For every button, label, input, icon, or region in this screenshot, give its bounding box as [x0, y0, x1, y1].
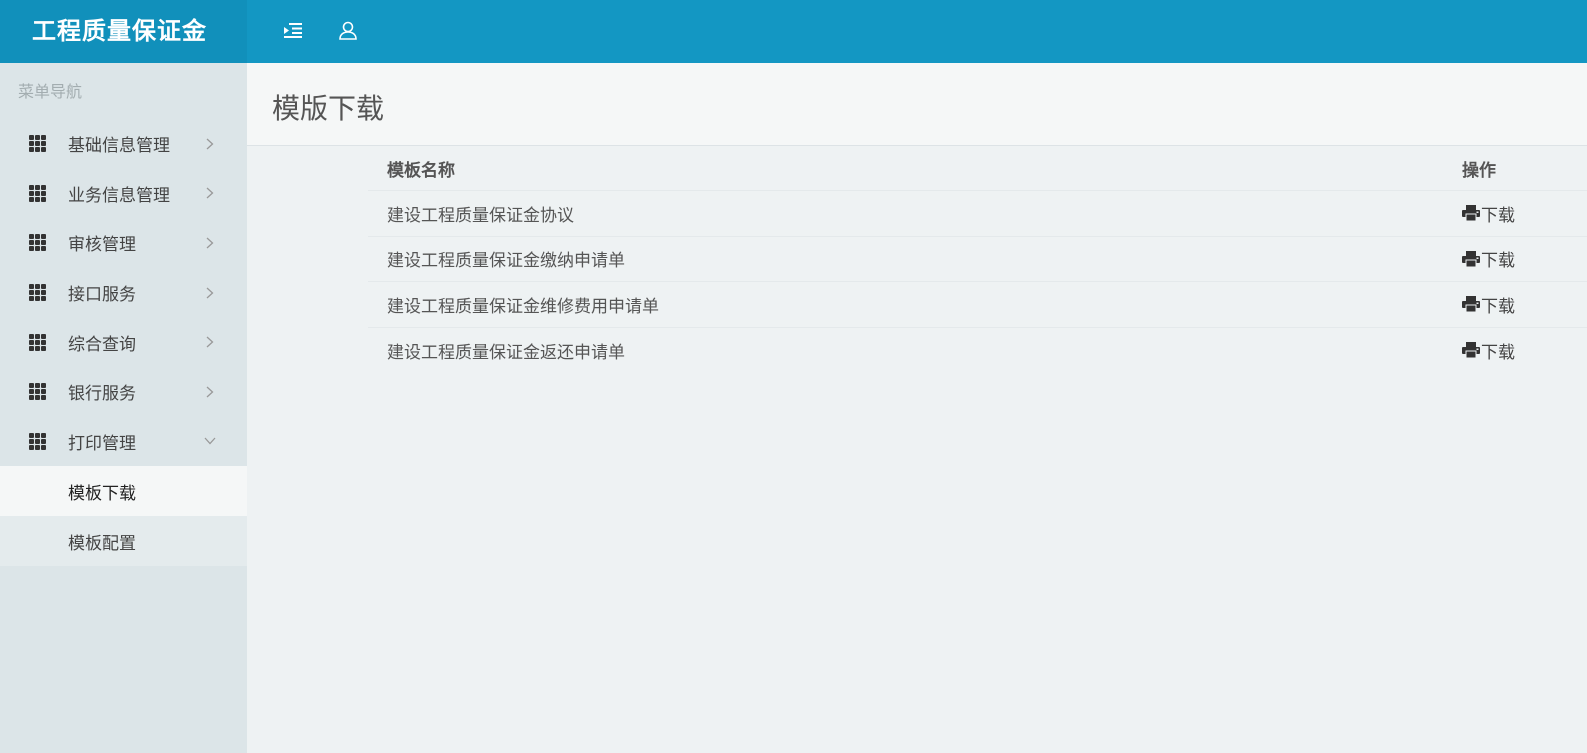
template-name: 建设工程质量保证金缴纳申请单 — [387, 251, 625, 272]
chevron-right-icon — [203, 286, 217, 300]
template-name: 建设工程质量保证金返还申请单 — [387, 342, 625, 363]
sidebar-subitem-template-config[interactable]: 模板配置 — [0, 516, 247, 567]
download-link[interactable]: 下载 — [1462, 338, 1515, 363]
column-header-op: 操作 — [1462, 160, 1496, 181]
chevron-right-icon — [203, 186, 217, 200]
sidebar-item-print[interactable]: 打印管理 — [0, 417, 247, 467]
table-row: 建设工程质量保证金缴纳申请单 下载 — [368, 237, 1587, 282]
sidebar-header: 菜单导航 — [18, 82, 83, 101]
sidebar-item-query[interactable]: 综合查询 — [0, 317, 247, 367]
user-icon[interactable] — [335, 17, 361, 43]
app-title[interactable]: 工程质量保证金 — [0, 0, 247, 63]
chevron-down-icon — [203, 434, 217, 448]
printer-icon — [1462, 296, 1480, 313]
download-link[interactable]: 下载 — [1462, 292, 1515, 317]
chevron-right-icon — [203, 236, 217, 250]
chevron-right-icon — [203, 335, 217, 349]
download-label: 下载 — [1481, 251, 1515, 272]
printer-icon — [1462, 205, 1480, 222]
sidebar-item-interface[interactable]: 接口服务 — [0, 268, 247, 318]
sidebar-item-label: 综合查询 — [68, 334, 136, 355]
sidebar-item-label: 打印管理 — [68, 433, 136, 454]
grid-icon — [29, 234, 46, 252]
table-row: 建设工程质量保证金返还申请单 下载 — [368, 328, 1587, 374]
printer-icon — [1462, 250, 1480, 267]
download-label: 下载 — [1481, 296, 1515, 317]
download-label: 下载 — [1481, 205, 1515, 226]
grid-icon — [29, 333, 46, 351]
page-header: 模版下载 — [247, 63, 1587, 146]
table-row: 建设工程质量保证金协议 下载 — [368, 191, 1587, 237]
sidebar-item-label: 银行服务 — [68, 384, 136, 405]
page-title: 模版下载 — [272, 92, 385, 125]
download-link[interactable]: 下载 — [1462, 246, 1515, 271]
table-header-row: 模板名称 操作 — [368, 146, 1587, 191]
template-name: 建设工程质量保证金协议 — [387, 205, 574, 226]
sidebar-subitem-template-download[interactable]: 模板下载 — [0, 466, 247, 517]
sidebar-subitem-label: 模板下载 — [68, 483, 136, 504]
grid-icon — [29, 284, 46, 302]
printer-icon — [1462, 342, 1480, 359]
sidebar: 菜单导航 基础信息管理 业务信息管理 审核管理 接口服务 综合查询 银行服务 打… — [0, 63, 247, 753]
sidebar-item-bank[interactable]: 银行服务 — [0, 367, 247, 417]
download-label: 下载 — [1481, 342, 1515, 363]
grid-icon — [29, 135, 46, 153]
template-table: 模板名称 操作 建设工程质量保证金协议 下载 建设工程质量保证金缴纳申请单 下载… — [368, 146, 1587, 373]
top-navbar: 工程质量保证金 — [0, 0, 1587, 63]
table-row: 建设工程质量保证金维修费用申请单 下载 — [368, 282, 1587, 328]
sidebar-item-label: 接口服务 — [68, 285, 136, 306]
grid-icon — [29, 432, 46, 450]
indent-icon[interactable] — [280, 17, 306, 43]
sidebar-item-basic-info[interactable]: 基础信息管理 — [0, 119, 247, 169]
sidebar-item-audit[interactable]: 审核管理 — [0, 218, 247, 268]
chevron-right-icon — [203, 385, 217, 399]
template-name: 建设工程质量保证金维修费用申请单 — [387, 296, 659, 317]
grid-icon — [29, 383, 46, 401]
sidebar-item-label: 业务信息管理 — [68, 185, 170, 206]
grid-icon — [29, 184, 46, 202]
sidebar-item-label: 基础信息管理 — [68, 136, 170, 157]
sidebar-item-business-info[interactable]: 业务信息管理 — [0, 169, 247, 219]
chevron-right-icon — [203, 137, 217, 151]
download-link[interactable]: 下载 — [1462, 201, 1515, 226]
sidebar-subitem-label: 模板配置 — [68, 533, 136, 554]
column-header-name: 模板名称 — [387, 160, 455, 181]
sidebar-item-label: 审核管理 — [68, 235, 136, 256]
